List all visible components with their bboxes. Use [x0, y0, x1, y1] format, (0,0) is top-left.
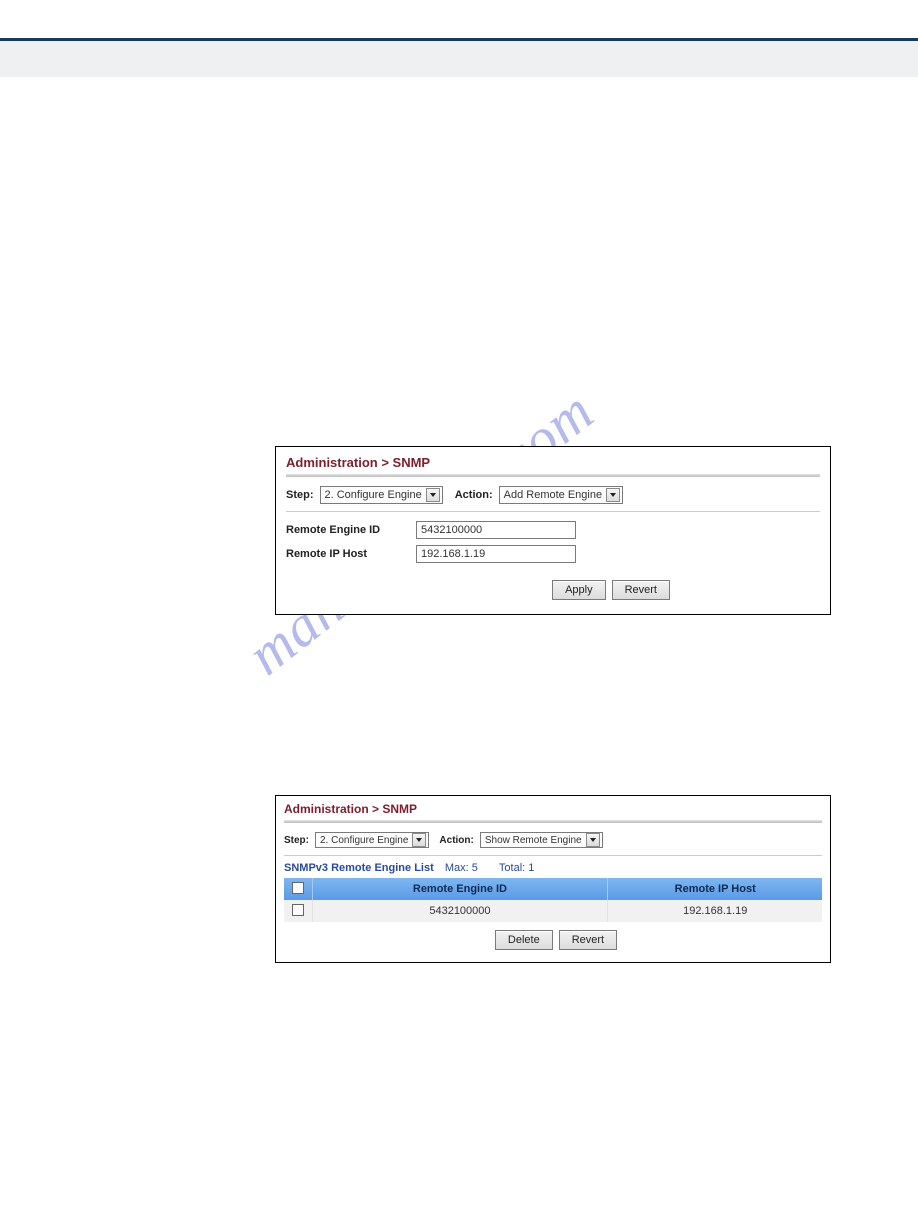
step-select[interactable]: 2. Configure Engine [315, 832, 429, 848]
revert-button[interactable]: Revert [612, 580, 670, 600]
action-label: Action: [455, 489, 499, 501]
page-header-band [0, 41, 918, 77]
step-label: Step: [284, 835, 315, 846]
breadcrumb: Administration > SNMP [284, 802, 822, 816]
cell-ip-host: 192.168.1.19 [608, 900, 822, 922]
chevron-down-icon [412, 833, 426, 847]
remote-ip-host-value: 192.168.1.19 [421, 548, 485, 560]
chevron-down-icon [426, 488, 440, 502]
snmp-add-remote-engine-panel: Administration > SNMP Step: 2. Configure… [275, 446, 831, 615]
cell-engine-id: 5432100000 [312, 900, 608, 922]
step-select-value: 2. Configure Engine [325, 489, 422, 501]
list-title: SNMPv3 Remote Engine List [284, 862, 434, 874]
step-select[interactable]: 2. Configure Engine [320, 486, 443, 504]
apply-button[interactable]: Apply [552, 580, 606, 600]
remote-engine-id-label: Remote Engine ID [286, 524, 416, 536]
action-select-value: Show Remote Engine [485, 835, 582, 846]
remote-engine-id-value: 5432100000 [421, 524, 482, 536]
chevron-down-icon [586, 833, 600, 847]
table-header-ip-host: Remote IP Host [608, 878, 822, 900]
snmp-show-remote-engine-panel: Administration > SNMP Step: 2. Configure… [275, 795, 831, 963]
action-select-value: Add Remote Engine [504, 489, 602, 501]
breadcrumb: Administration > SNMP [286, 455, 820, 470]
step-label: Step: [286, 489, 320, 501]
table-header-engine-id: Remote Engine ID [312, 878, 608, 900]
remote-ip-host-label: Remote IP Host [286, 548, 416, 560]
action-label: Action: [439, 835, 479, 846]
list-max: Max: 5 [445, 862, 478, 874]
action-select[interactable]: Show Remote Engine [480, 832, 603, 848]
step-select-value: 2. Configure Engine [320, 835, 408, 846]
panel-subdivider [286, 511, 820, 512]
revert-button[interactable]: Revert [559, 930, 617, 950]
chevron-down-icon [606, 488, 620, 502]
row-checkbox[interactable] [292, 904, 304, 916]
delete-button[interactable]: Delete [495, 930, 553, 950]
action-select[interactable]: Add Remote Engine [499, 486, 623, 504]
panel-subdivider [284, 855, 822, 856]
remote-ip-host-input[interactable]: 192.168.1.19 [416, 545, 576, 563]
remote-engine-id-input[interactable]: 5432100000 [416, 521, 576, 539]
panel-divider [284, 820, 822, 823]
table-row: 5432100000 192.168.1.19 [284, 900, 822, 922]
remote-engine-list-caption: SNMPv3 Remote Engine List Max: 5 Total: … [284, 862, 822, 874]
list-total: Total: 1 [499, 862, 534, 874]
remote-engine-table: Remote Engine ID Remote IP Host 54321000… [284, 878, 822, 922]
panel-divider [286, 474, 820, 477]
select-all-checkbox[interactable] [292, 882, 304, 894]
table-header-checkbox [284, 878, 312, 900]
